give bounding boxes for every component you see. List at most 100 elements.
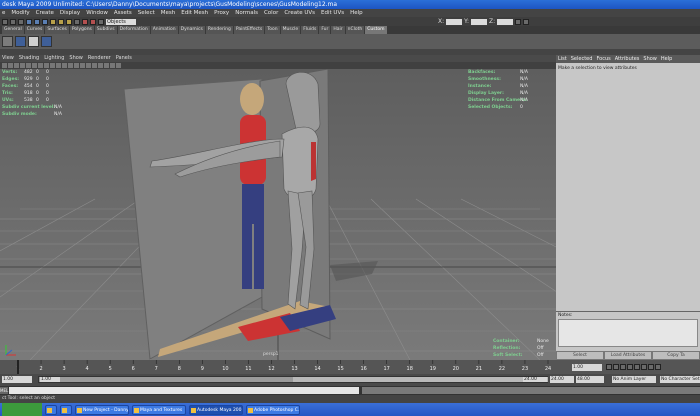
attr-menu-show[interactable]: Show	[643, 55, 657, 63]
shelf-tool-icon[interactable]	[2, 36, 13, 47]
lighting-icon[interactable]	[38, 63, 43, 68]
y-field[interactable]	[471, 18, 488, 25]
shadow-icon[interactable]	[44, 63, 49, 68]
menu-modify[interactable]: Modify	[11, 9, 29, 17]
time-slider[interactable]: 123456789101112131415161718192021222324 …	[0, 360, 700, 374]
shelf-tab-subdivs[interactable]: Subdivs	[94, 26, 117, 34]
xray-icon[interactable]	[50, 63, 55, 68]
camera-icon[interactable]	[2, 63, 7, 68]
smooth-shade-icon[interactable]	[26, 63, 31, 68]
shelf-tool-icon[interactable]	[41, 36, 52, 47]
panel-menu-show[interactable]: Show	[69, 55, 83, 62]
shelf-tool-icon[interactable]	[28, 36, 39, 47]
taskbar-item-active[interactable]: Autodesk Maya 200...	[189, 404, 243, 415]
notes-textarea[interactable]	[558, 319, 698, 347]
select-object-icon[interactable]	[34, 18, 40, 25]
x-field[interactable]	[446, 18, 463, 25]
render-icon[interactable]	[82, 18, 88, 25]
select-component-icon[interactable]	[42, 18, 48, 25]
ambient-occlusion-icon[interactable]	[116, 63, 121, 68]
shelf-tab-muscle[interactable]: Muscle	[280, 26, 301, 34]
channel-box-toggle-icon[interactable]	[515, 18, 522, 25]
shelf-tab-fur[interactable]: Fur	[319, 26, 331, 34]
perspective-viewport[interactable]: Verts: 482 0 0 Edges: 929 0 0 Faces: 454 0 0 Tris…	[0, 69, 556, 360]
step-forward-icon[interactable]	[641, 364, 647, 370]
menu-window[interactable]: Window	[86, 9, 108, 17]
shelf-tool-icon[interactable]	[15, 36, 26, 47]
character-set-dropdown[interactable]: No Character Set	[660, 376, 700, 383]
snap-curve-icon[interactable]	[58, 18, 64, 25]
wireframe-icon[interactable]	[20, 63, 25, 68]
attr-menu-help[interactable]: Help	[661, 55, 672, 63]
panel-menu-panels[interactable]: Panels	[116, 55, 132, 62]
attr-menu-selected[interactable]: Selected	[571, 55, 593, 63]
hud-icon[interactable]	[62, 63, 67, 68]
shelf-tab-fluids[interactable]: Fluids	[301, 26, 319, 34]
mel-label[interactable]: MEL	[0, 387, 8, 394]
ipr-render-icon[interactable]	[90, 18, 96, 25]
step-forward-key-icon[interactable]	[648, 364, 654, 370]
safe-frame-icon[interactable]	[80, 63, 85, 68]
panel-menu-renderer[interactable]: Renderer	[88, 55, 111, 62]
shelf-tab-curves[interactable]: Curves	[24, 26, 45, 34]
load-attributes-button[interactable]: Load Attributes	[604, 351, 652, 360]
shelf-tab-custom[interactable]: Custom	[365, 26, 387, 34]
step-back-icon[interactable]	[620, 364, 626, 370]
playblast-icon[interactable]	[110, 63, 115, 68]
menu-help[interactable]: Help	[350, 9, 363, 17]
quick-launch-icon[interactable]	[45, 404, 57, 415]
texture-icon[interactable]	[32, 63, 37, 68]
taskbar-item[interactable]: New Project - Danny...	[75, 404, 129, 415]
history-icon[interactable]	[74, 18, 80, 25]
menu-e[interactable]: e	[2, 9, 5, 17]
film-gate-icon[interactable]	[74, 63, 79, 68]
panel-menu-shading[interactable]: Shading	[19, 55, 39, 62]
attr-menu-focus[interactable]: Focus	[596, 55, 610, 63]
save-scene-icon[interactable]	[18, 18, 24, 25]
anim-layer-dropdown[interactable]: No Anim Layer	[612, 376, 656, 383]
open-scene-icon[interactable]	[10, 18, 16, 25]
menu-normals[interactable]: Normals	[235, 9, 258, 17]
shelf-tab-surfaces[interactable]: Surfaces	[45, 26, 69, 34]
z-field[interactable]	[497, 18, 514, 25]
quick-launch-icon[interactable]	[60, 404, 72, 415]
range-slider-handle[interactable]	[293, 377, 548, 382]
shelf-tab-polygons[interactable]: Polygons	[69, 26, 94, 34]
snap-point-icon[interactable]	[66, 18, 72, 25]
step-back-key-icon[interactable]	[613, 364, 619, 370]
taskbar-item[interactable]: Maya and Textures	[132, 404, 186, 415]
menu-create-uvs[interactable]: Create UVs	[284, 9, 315, 17]
camera-icon[interactable]	[8, 63, 13, 68]
shelf-tab-toon[interactable]: Toon	[265, 26, 280, 34]
menu-assets[interactable]: Assets	[114, 9, 132, 17]
taskbar-item[interactable]: Adobe Photoshop C...	[246, 404, 300, 415]
copy-tab-button[interactable]: Copy Ta	[652, 351, 700, 360]
isolate-icon[interactable]	[56, 63, 61, 68]
shelf-tab-dynamics[interactable]: Dynamics	[178, 26, 205, 34]
select-hierarchy-icon[interactable]	[26, 18, 32, 25]
command-input[interactable]	[9, 387, 359, 394]
range-slider[interactable]: 1.00 24.00	[38, 376, 548, 383]
snap-grid-icon[interactable]	[50, 18, 56, 25]
menu-display[interactable]: Display	[60, 9, 80, 17]
shelf-tab-ncloth[interactable]: nCloth	[345, 26, 365, 34]
attr-menu-attributes[interactable]: Attributes	[615, 55, 640, 63]
shelf-tab-deformation[interactable]: Deformation	[117, 26, 150, 34]
end-time-field[interactable]: 24.00	[550, 376, 574, 383]
grid-icon[interactable]	[14, 63, 19, 68]
menu-proxy[interactable]: Proxy	[214, 9, 229, 17]
go-to-start-icon[interactable]	[606, 364, 612, 370]
shelf-tab-animation[interactable]: Animation	[150, 26, 178, 34]
object-name-field[interactable]: Objects	[106, 18, 136, 25]
current-time-marker[interactable]	[17, 360, 19, 374]
shelf-tab-painteffects[interactable]: PaintEffects	[233, 26, 265, 34]
play-backwards-icon[interactable]	[627, 364, 633, 370]
menu-edit-mesh[interactable]: Edit Mesh	[181, 9, 208, 17]
menu-color[interactable]: Color	[264, 9, 278, 17]
shelf-tab-rendering[interactable]: Rendering	[205, 26, 233, 34]
select-button[interactable]: Select	[556, 351, 604, 360]
menu-select[interactable]: Select	[138, 9, 155, 17]
bookmark-icon[interactable]	[104, 63, 109, 68]
render-settings-icon[interactable]	[98, 18, 104, 25]
new-scene-icon[interactable]	[2, 18, 8, 25]
